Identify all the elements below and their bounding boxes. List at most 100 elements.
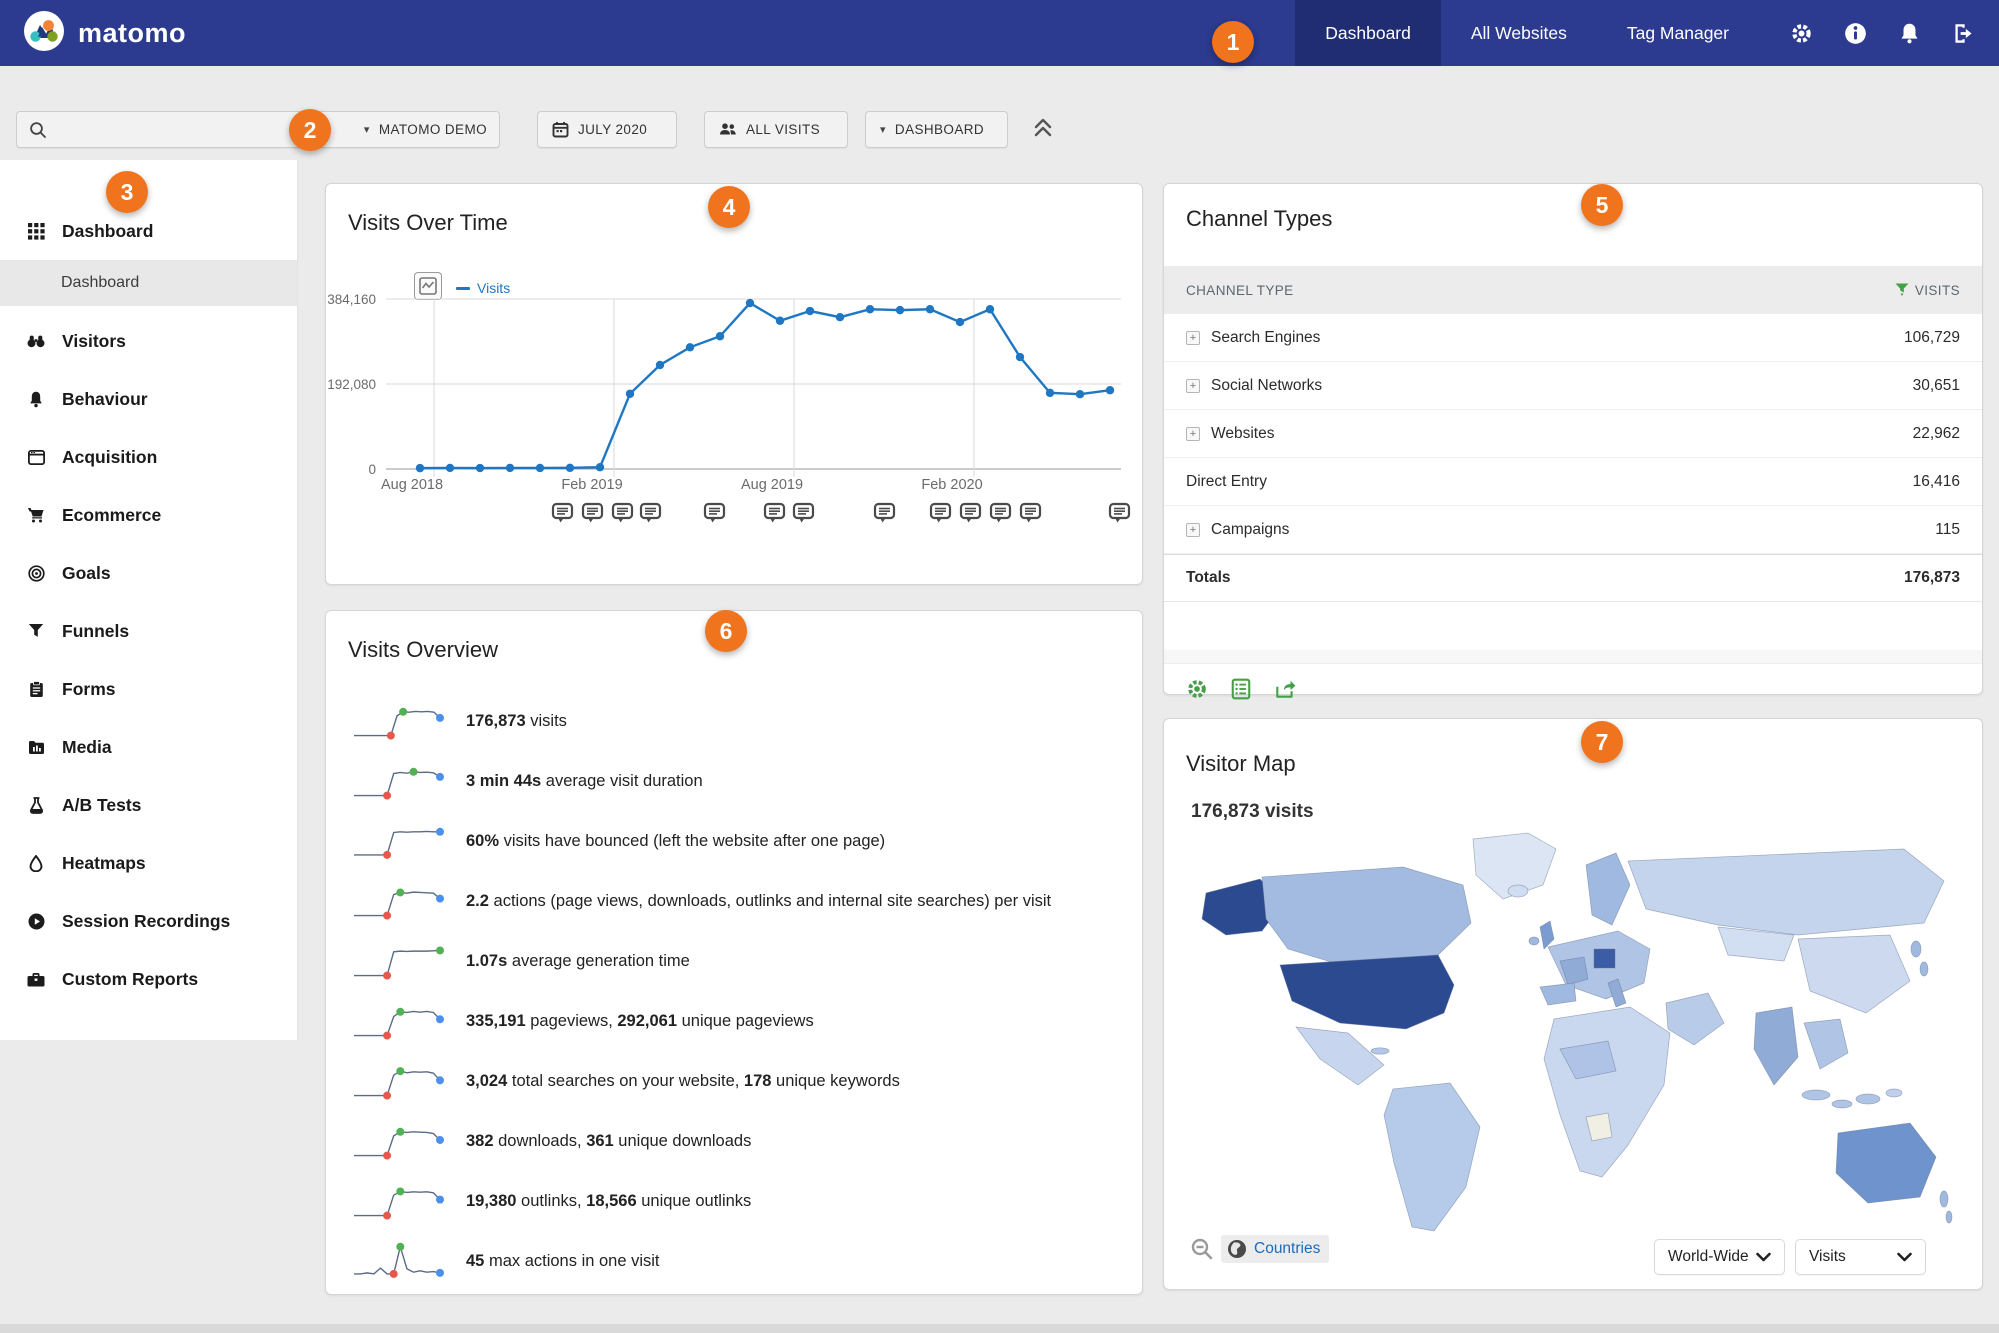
sidebar-item-forms[interactable]: Forms — [0, 666, 297, 712]
sidebar-item-custom-reports[interactable]: Custom Reports — [0, 956, 297, 1002]
channel-type-column-header[interactable]: CHANNEL TYPE — [1186, 283, 1294, 298]
overview-row-text: 45 max actions in one visit — [466, 1250, 660, 1272]
sparkline-chart — [350, 817, 446, 865]
sidebar-item-behaviour[interactable]: Behaviour — [0, 376, 297, 422]
site-selector-label: MATOMO DEMO — [379, 122, 487, 137]
signout-icon[interactable] — [1951, 21, 1975, 45]
browser-icon — [27, 448, 45, 466]
overview-row-text: 19,380 outlinks, 18,566 unique outlinks — [466, 1190, 751, 1212]
matomo-logo-icon — [22, 9, 66, 58]
annotation-bubble-icon[interactable] — [551, 501, 574, 524]
map-visits-label: 176,873 visits — [1191, 801, 1314, 823]
annotation-bubble-icon[interactable] — [611, 501, 634, 524]
region-select[interactable]: World-Wide — [1654, 1239, 1785, 1275]
annotation-bubble-icon[interactable] — [1108, 501, 1131, 524]
sidebar-item-label: Custom Reports — [62, 969, 198, 990]
topnav-item-dashboard[interactable]: Dashboard — [1295, 0, 1441, 66]
sidebar-item-acquisition[interactable]: Acquisition — [0, 434, 297, 480]
filter-funnel-icon — [1895, 283, 1909, 297]
sidebar-item-dashboard-active[interactable]: Dashboard — [0, 260, 297, 306]
channel-row-direct-entry[interactable]: Direct Entry16,416 — [1164, 458, 1982, 506]
info-icon[interactable] — [1843, 21, 1867, 45]
channel-row-search-engines[interactable]: +Search Engines106,729 — [1164, 314, 1982, 362]
overview-row-text: 3,024 total searches on your website, 17… — [466, 1070, 900, 1092]
annotation-bubble-icon[interactable] — [639, 501, 662, 524]
step-badge-1: 1 — [1212, 21, 1254, 63]
search-icon — [29, 121, 47, 139]
annotation-bubble-icon[interactable] — [703, 501, 726, 524]
annotation-bubble-icon[interactable] — [1019, 501, 1042, 524]
expand-plus-icon[interactable]: + — [1186, 523, 1200, 537]
annotation-bubble-icon[interactable] — [929, 501, 952, 524]
sparkline-chart — [350, 997, 446, 1045]
sidebar-item-session-recordings[interactable]: Session Recordings — [0, 898, 297, 944]
dashboard-selector-button[interactable]: ▾ DASHBOARD — [865, 111, 1008, 148]
card-title: Visits Overview — [348, 637, 498, 663]
channel-row-left: +Social Networks — [1186, 377, 1322, 395]
overview-row: 60% visits have bounced (left the websit… — [350, 811, 1120, 871]
channel-row-left: + Search Engines — [1186, 329, 1320, 347]
channel-row-websites[interactable]: + Websites 22,962 — [1164, 410, 1982, 458]
cart-icon — [27, 506, 45, 524]
export-icon[interactable] — [1274, 678, 1296, 700]
channel-visits-value: 22,962 — [1913, 425, 1960, 443]
gear-icon[interactable] — [1186, 678, 1208, 700]
annotation-bubble-icon[interactable] — [959, 501, 982, 524]
countries-link[interactable]: Countries — [1254, 1240, 1320, 1258]
visits-overview-card: Visits Overview 176,873 visits 3 min 44s … — [325, 610, 1143, 1295]
step-badge-7: 7 — [1581, 721, 1623, 763]
overview-row-text: 3 min 44s average visit duration — [466, 770, 703, 792]
metric-select[interactable]: Visits — [1795, 1239, 1926, 1275]
gear-icon[interactable] — [1789, 21, 1813, 45]
site-search-box[interactable]: ▾ MATOMO DEMO — [16, 111, 500, 148]
sidebar-section-dashboard[interactable]: Dashboard — [0, 208, 297, 254]
channel-row-left: +Campaigns — [1186, 521, 1289, 539]
channel-totals-row: Totals176,873 — [1164, 554, 1982, 602]
channel-row-left: + Websites — [1186, 425, 1274, 443]
sidebar-item-goals[interactable]: Goals — [0, 550, 297, 596]
channel-row-campaigns[interactable]: +Campaigns115 — [1164, 506, 1982, 554]
sidebar-item-media[interactable]: Media — [0, 724, 297, 770]
topnav-item-all-websites[interactable]: All Websites — [1441, 0, 1597, 66]
chevron-down-icon — [1897, 1252, 1912, 1262]
expand-plus-icon[interactable]: + — [1186, 379, 1200, 393]
channel-label: Search Engines — [1211, 329, 1320, 347]
binoculars-icon — [27, 332, 45, 350]
topnav-item-tag-manager[interactable]: Tag Manager — [1597, 0, 1759, 66]
world-map[interactable] — [1188, 827, 1958, 1235]
overview-row-text: 1.07s average generation time — [466, 950, 690, 972]
countries-control[interactable]: Countries — [1221, 1235, 1329, 1263]
visits-column-header[interactable]: VISITS — [1895, 283, 1960, 298]
annotation-bubble-icon[interactable] — [581, 501, 604, 524]
sidebar-item-heatmaps[interactable]: Heatmaps — [0, 840, 297, 886]
sidebar-item-ecommerce[interactable]: Ecommerce — [0, 492, 297, 538]
segment-selector-button[interactable]: ALL VISITS — [704, 111, 848, 148]
matomo-brand[interactable]: matomo — [0, 9, 186, 58]
sidebar-item-funnels[interactable]: Funnels — [0, 608, 297, 654]
expand-plus-icon[interactable]: + — [1186, 427, 1200, 441]
annotation-bubble-icon[interactable] — [763, 501, 786, 524]
sidebar-item-a-b-tests[interactable]: A/B Tests — [0, 782, 297, 828]
overview-row: 176,873 visits — [350, 691, 1120, 751]
expand-plus-icon[interactable]: + — [1186, 331, 1200, 345]
region-select-value: World-Wide — [1668, 1248, 1749, 1266]
channel-label: Websites — [1211, 425, 1274, 443]
annotation-bubble-icon[interactable] — [989, 501, 1012, 524]
annotation-bubble-icon[interactable] — [873, 501, 896, 524]
sidebar-item-visitors[interactable]: Visitors — [0, 318, 297, 364]
zoom-out-icon[interactable] — [1190, 1237, 1214, 1261]
bell-icon[interactable] — [1897, 21, 1921, 45]
media-folder-icon — [27, 738, 45, 756]
step-badge-3: 3 — [106, 171, 148, 213]
channel-row-social-networks[interactable]: +Social Networks30,651 — [1164, 362, 1982, 410]
chevron-down-icon: ▾ — [880, 123, 886, 136]
annotation-bubble-icon[interactable] — [792, 501, 815, 524]
table-footer-icons — [1186, 678, 1296, 700]
site-selector[interactable]: ▾ MATOMO DEMO — [364, 122, 487, 137]
channel-row-left: Direct Entry — [1186, 473, 1267, 491]
grid-icon — [27, 222, 45, 240]
collapse-chevrons-icon[interactable] — [1032, 116, 1054, 145]
table-icon[interactable] — [1230, 678, 1252, 700]
sidebar-item-label: A/B Tests — [62, 795, 141, 816]
period-selector-button[interactable]: JULY 2020 — [537, 111, 677, 148]
